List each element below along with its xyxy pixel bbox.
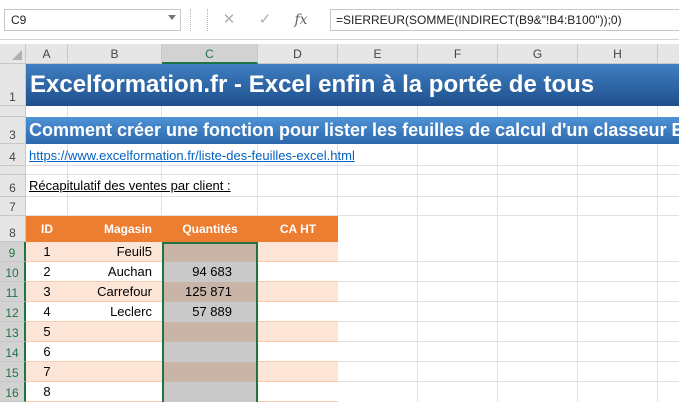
row-header-5[interactable] bbox=[0, 166, 26, 175]
cell-id[interactable]: 6 bbox=[26, 342, 68, 362]
row-header-10[interactable]: 10 bbox=[0, 262, 26, 282]
column-header-c[interactable]: C bbox=[162, 44, 258, 64]
cell-ca-ht[interactable] bbox=[258, 242, 338, 262]
gridline bbox=[577, 64, 578, 402]
cell-id[interactable]: 3 bbox=[26, 282, 68, 302]
cell-magasin[interactable]: Carrefour bbox=[68, 282, 162, 302]
row-header-4[interactable]: 4 bbox=[0, 144, 26, 166]
cell-id[interactable]: 1 bbox=[26, 242, 68, 262]
select-all-icon bbox=[12, 50, 22, 60]
insert-function-icon[interactable]: fx bbox=[290, 9, 312, 31]
row-header-12[interactable]: 12 bbox=[0, 302, 26, 322]
name-box[interactable]: C9 bbox=[4, 9, 181, 31]
column-header-g[interactable]: G bbox=[498, 44, 578, 64]
cell-id[interactable]: 5 bbox=[26, 322, 68, 342]
row-header-11[interactable]: 11 bbox=[0, 282, 26, 302]
row-header-3[interactable]: 3 bbox=[0, 117, 26, 144]
cell-ca-ht[interactable] bbox=[258, 302, 338, 322]
column-header-a[interactable]: A bbox=[26, 44, 68, 64]
cell-id[interactable]: 7 bbox=[26, 362, 68, 382]
page-title: Excelformation.fr - Excel enfin à la por… bbox=[26, 64, 679, 106]
formula-bar-separator bbox=[190, 9, 192, 31]
cell-id[interactable]: 4 bbox=[26, 302, 68, 322]
cell-magasin[interactable]: Feuil5 bbox=[68, 242, 162, 262]
row-header-15[interactable]: 15 bbox=[0, 362, 26, 382]
row-header-16[interactable]: 16 bbox=[0, 382, 26, 402]
gridline bbox=[26, 196, 679, 197]
table-header-ca-ht: CA HT bbox=[258, 216, 338, 242]
chevron-down-icon[interactable] bbox=[168, 15, 176, 20]
row-header-6[interactable]: 6 bbox=[0, 175, 26, 197]
cell-ca-ht[interactable] bbox=[258, 322, 338, 342]
cell-ca-ht[interactable] bbox=[258, 362, 338, 382]
column-header-i[interactable] bbox=[658, 44, 679, 64]
cell-id[interactable]: 8 bbox=[26, 382, 68, 402]
cell-id[interactable]: 2 bbox=[26, 262, 68, 282]
recap-label: Récapitulatif des ventes par client : bbox=[29, 178, 231, 193]
cell-ca-ht[interactable] bbox=[258, 382, 338, 402]
cell-ca-ht[interactable] bbox=[258, 262, 338, 282]
formula-input[interactable]: =SIERREUR(SOMME(INDIRECT(B9&"!B4:B100"))… bbox=[330, 9, 679, 31]
cell-magasin[interactable] bbox=[68, 382, 162, 402]
selection-border bbox=[162, 242, 258, 402]
enter-icon[interactable]: ✓ bbox=[254, 9, 276, 31]
cell-magasin[interactable] bbox=[68, 342, 162, 362]
cell-magasin[interactable] bbox=[68, 322, 162, 342]
row-header-7[interactable]: 7 bbox=[0, 197, 26, 216]
cell-magasin[interactable] bbox=[68, 362, 162, 382]
page-subtitle: Comment créer une fonction pour lister l… bbox=[26, 117, 679, 144]
cell-magasin[interactable]: Auchan bbox=[68, 262, 162, 282]
gridline bbox=[657, 64, 658, 402]
cell-ca-ht[interactable] bbox=[258, 342, 338, 362]
row-header-2[interactable] bbox=[0, 106, 26, 117]
gridline bbox=[497, 64, 498, 402]
row-header-1[interactable]: 1 bbox=[0, 64, 26, 106]
table-header-id: ID bbox=[26, 216, 68, 242]
row-header-13[interactable]: 13 bbox=[0, 322, 26, 342]
column-header-h[interactable]: H bbox=[578, 44, 658, 64]
column-header-b[interactable]: B bbox=[68, 44, 162, 64]
gridline bbox=[26, 174, 679, 175]
formula-bar-separator bbox=[207, 9, 209, 31]
article-link[interactable]: https://www.excelformation.fr/liste-des-… bbox=[29, 148, 355, 163]
cell-ca-ht[interactable] bbox=[258, 282, 338, 302]
row-header-14[interactable]: 14 bbox=[0, 342, 26, 362]
table-header-quantites: Quantités bbox=[162, 216, 258, 242]
gridline bbox=[417, 64, 418, 402]
row-header-8[interactable]: 8 bbox=[0, 216, 26, 242]
table-header-magasin: Magasin bbox=[68, 216, 162, 242]
column-header-e[interactable]: E bbox=[338, 44, 418, 64]
cancel-icon[interactable]: ✕ bbox=[218, 9, 240, 31]
column-header-d[interactable]: D bbox=[258, 44, 338, 64]
row-header-9[interactable]: 9 bbox=[0, 242, 26, 262]
column-header-f[interactable]: F bbox=[418, 44, 498, 64]
cell-magasin[interactable]: Leclerc bbox=[68, 302, 162, 322]
gridline bbox=[26, 165, 679, 166]
